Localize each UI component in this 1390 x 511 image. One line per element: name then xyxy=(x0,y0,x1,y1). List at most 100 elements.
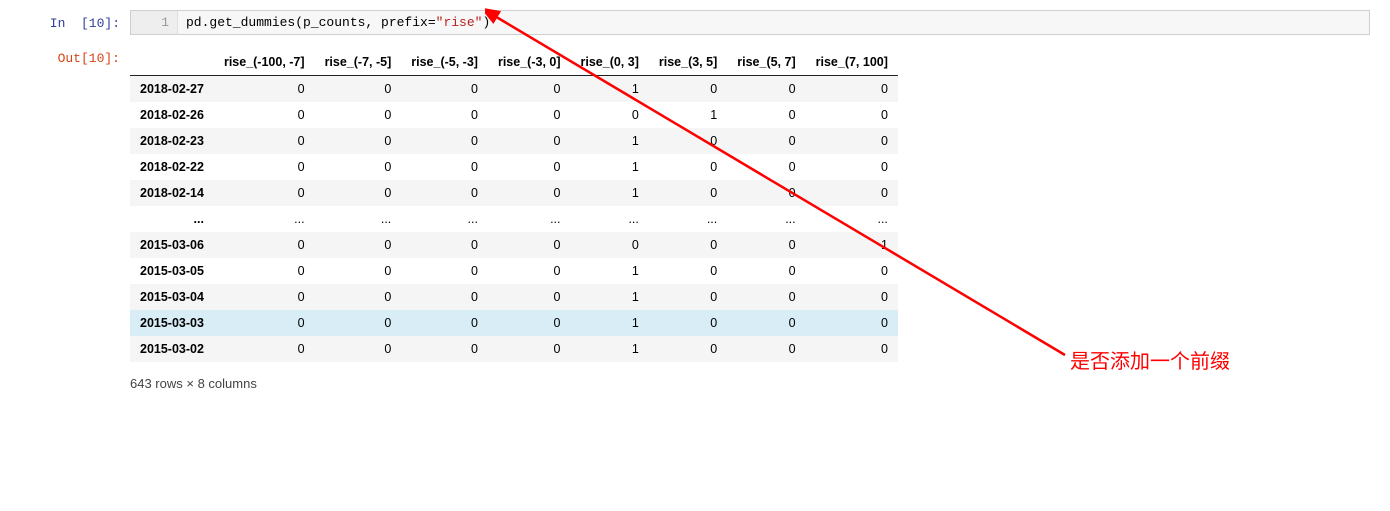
table-cell: 0 xyxy=(571,232,649,258)
table-cell: 1 xyxy=(571,284,649,310)
table-cell: 0 xyxy=(488,232,571,258)
row-index: 2015-03-02 xyxy=(130,336,214,362)
table-cell: ... xyxy=(214,206,315,232)
table-cell: 0 xyxy=(315,258,402,284)
table-cell: 1 xyxy=(571,76,649,103)
code-gutter: 1 xyxy=(131,11,178,34)
table-cell: 1 xyxy=(571,258,649,284)
table-cell: 0 xyxy=(401,310,488,336)
row-index: 2015-03-04 xyxy=(130,284,214,310)
table-cell: 0 xyxy=(488,76,571,103)
table-cell: 0 xyxy=(727,284,805,310)
table-cell: 0 xyxy=(315,336,402,362)
row-index: 2018-02-23 xyxy=(130,128,214,154)
table-cell: 0 xyxy=(315,180,402,206)
row-index: ... xyxy=(130,206,214,232)
code-string-literal: "rise" xyxy=(436,15,483,30)
table-cell: ... xyxy=(488,206,571,232)
table-cell: 0 xyxy=(649,180,727,206)
table-cell: 0 xyxy=(727,336,805,362)
table-cell: ... xyxy=(727,206,805,232)
table-row: 2015-03-0300001000 xyxy=(130,310,898,336)
table-cell: 0 xyxy=(315,102,402,128)
row-index: 2015-03-06 xyxy=(130,232,214,258)
output-cell: Out[10]: rise_(-100, -7]rise_(-7, -5]ris… xyxy=(20,45,1370,391)
table-cell: 1 xyxy=(571,310,649,336)
table-cell: 0 xyxy=(315,284,402,310)
row-index: 2018-02-26 xyxy=(130,102,214,128)
table-cell: 0 xyxy=(214,180,315,206)
table-row: 2018-02-2600000100 xyxy=(130,102,898,128)
table-row: 2015-03-0600000001 xyxy=(130,232,898,258)
row-index: 2018-02-27 xyxy=(130,76,214,103)
code-area[interactable]: 1 pd.get_dummies(p_counts, prefix="rise"… xyxy=(130,10,1370,35)
table-cell: 0 xyxy=(214,102,315,128)
table-cell: 0 xyxy=(649,284,727,310)
table-cell: 0 xyxy=(727,310,805,336)
table-cell: 0 xyxy=(571,102,649,128)
table-cell: 1 xyxy=(571,128,649,154)
table-cell: 0 xyxy=(401,180,488,206)
table-cell: 0 xyxy=(488,336,571,362)
row-index: 2015-03-03 xyxy=(130,310,214,336)
table-cell: 0 xyxy=(315,232,402,258)
table-body: 2018-02-27000010002018-02-26000001002018… xyxy=(130,76,898,363)
table-cell: 0 xyxy=(488,180,571,206)
table-cell: 0 xyxy=(806,76,898,103)
table-cell: ... xyxy=(806,206,898,232)
table-cell: 1 xyxy=(806,232,898,258)
table-cell: 0 xyxy=(806,258,898,284)
table-cell: ... xyxy=(401,206,488,232)
table-cell: 1 xyxy=(571,180,649,206)
table-row: 2015-03-0200001000 xyxy=(130,336,898,362)
table-cell: 0 xyxy=(315,76,402,103)
table-cell: 1 xyxy=(649,102,727,128)
input-cell: In [10]: 1 pd.get_dummies(p_counts, pref… xyxy=(20,10,1370,35)
table-cell: 0 xyxy=(488,128,571,154)
table-cell: 0 xyxy=(649,128,727,154)
table-cell: 0 xyxy=(315,128,402,154)
table-cell: 0 xyxy=(727,232,805,258)
code-suffix: ) xyxy=(482,15,490,30)
column-header: rise_(-3, 0] xyxy=(488,49,571,76)
table-cell: 0 xyxy=(649,336,727,362)
table-cell: 0 xyxy=(214,232,315,258)
table-cell: 0 xyxy=(214,258,315,284)
table-cell: 0 xyxy=(401,128,488,154)
table-cell: 0 xyxy=(488,154,571,180)
table-cell: 0 xyxy=(727,180,805,206)
code-prefix: pd.get_dummies(p_counts, prefix= xyxy=(186,15,436,30)
table-cell: 0 xyxy=(401,154,488,180)
output-area: rise_(-100, -7]rise_(-7, -5]rise_(-5, -3… xyxy=(130,45,1370,391)
in-prompt: In [10]: xyxy=(20,10,130,31)
table-cell: 0 xyxy=(806,336,898,362)
index-header xyxy=(130,49,214,76)
table-cell: 0 xyxy=(488,102,571,128)
table-cell: 0 xyxy=(649,76,727,103)
code-line[interactable]: pd.get_dummies(p_counts, prefix="rise") xyxy=(178,11,1369,34)
table-cell: 0 xyxy=(401,336,488,362)
table-cell: 0 xyxy=(649,258,727,284)
table-cell: 0 xyxy=(315,310,402,336)
table-cell: ... xyxy=(315,206,402,232)
column-header: rise_(7, 100] xyxy=(806,49,898,76)
table-cell: ... xyxy=(649,206,727,232)
row-index: 2015-03-05 xyxy=(130,258,214,284)
table-cell: 0 xyxy=(401,102,488,128)
table-cell: 0 xyxy=(806,102,898,128)
table-cell: 0 xyxy=(806,128,898,154)
table-cell: 0 xyxy=(214,284,315,310)
table-cell: 0 xyxy=(727,258,805,284)
table-row: 2018-02-2300001000 xyxy=(130,128,898,154)
table-cell: 0 xyxy=(649,154,727,180)
table-cell: 1 xyxy=(571,336,649,362)
table-cell: 0 xyxy=(806,310,898,336)
row-index: 2018-02-14 xyxy=(130,180,214,206)
table-cell: 0 xyxy=(806,180,898,206)
table-cell: 0 xyxy=(649,310,727,336)
table-row: 2015-03-0500001000 xyxy=(130,258,898,284)
table-header: rise_(-100, -7]rise_(-7, -5]rise_(-5, -3… xyxy=(130,49,898,76)
column-header: rise_(-100, -7] xyxy=(214,49,315,76)
table-cell: 1 xyxy=(571,154,649,180)
table-cell: 0 xyxy=(649,232,727,258)
